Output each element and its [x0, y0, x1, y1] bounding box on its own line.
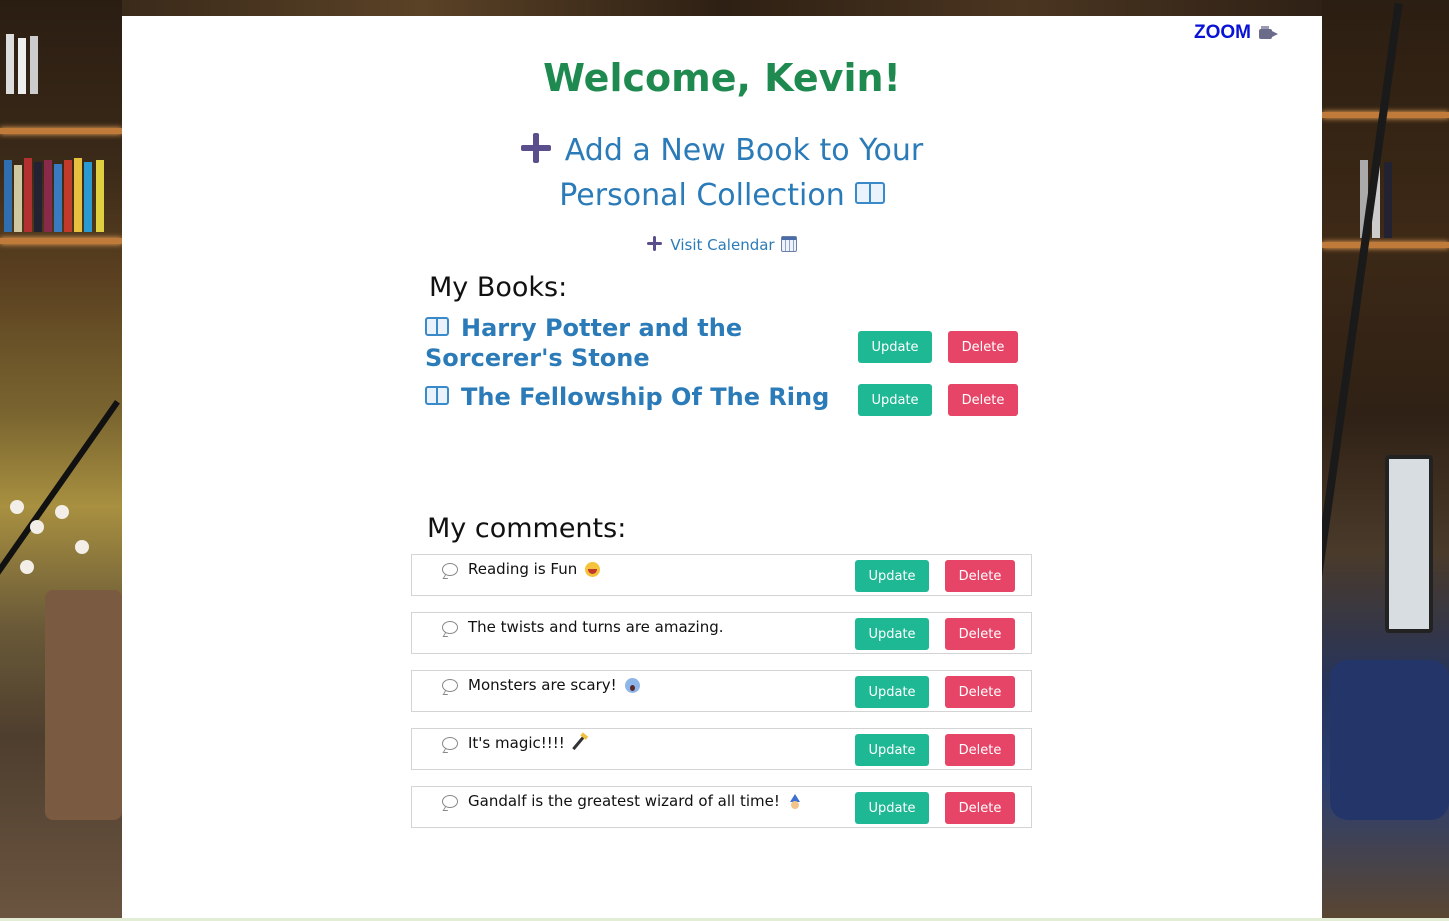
book-spine	[54, 164, 62, 232]
plus-icon	[647, 236, 663, 251]
delete-comment-button[interactable]: Delete	[945, 618, 1015, 650]
book-spine	[24, 158, 32, 232]
delete-book-button[interactable]: Delete	[948, 331, 1018, 363]
zoom-label: ZOOM	[1194, 22, 1251, 43]
book-list-item: Harry Potter and the Sorcerer's Stone Up…	[425, 313, 1025, 377]
speech-bubble-icon	[442, 794, 458, 808]
book-title-link[interactable]: The Fellowship Of The Ring	[425, 382, 845, 412]
book-spine	[44, 160, 52, 232]
comment-content: Reading is Fun	[442, 560, 601, 578]
my-comments-heading: My comments:	[427, 513, 627, 544]
open-book-icon	[425, 386, 449, 406]
book-title-text: Harry Potter and the Sorcerer's Stone	[425, 314, 743, 372]
comment-item: The twists and turns are amazing. Update…	[411, 612, 1032, 654]
zoom-link[interactable]: ZOOM	[1194, 22, 1279, 44]
update-book-button[interactable]: Update	[858, 384, 932, 416]
shelf-light	[1322, 242, 1449, 248]
speech-bubble-icon	[442, 562, 458, 576]
magic-wand-icon	[572, 735, 585, 751]
speech-bubble-icon	[442, 736, 458, 750]
comment-text: Reading is Fun	[468, 560, 578, 578]
book-title-text: The Fellowship Of The Ring	[461, 383, 830, 411]
delete-comment-button[interactable]: Delete	[945, 792, 1015, 824]
update-comment-button[interactable]: Update	[855, 734, 929, 766]
background-top-strip	[122, 0, 1322, 16]
book-spine	[84, 162, 92, 232]
delete-comment-button[interactable]: Delete	[945, 734, 1015, 766]
computer-monitor	[1385, 455, 1433, 633]
comment-text: The twists and turns are amazing.	[468, 618, 724, 636]
delete-comment-button[interactable]: Delete	[945, 676, 1015, 708]
shelf-light	[0, 128, 122, 134]
book-spine	[18, 38, 26, 94]
speech-bubble-icon	[442, 678, 458, 692]
flower	[10, 500, 24, 514]
book-title-link[interactable]: Harry Potter and the Sorcerer's Stone	[425, 313, 845, 373]
comment-item: It's magic!!!! Update Delete	[411, 728, 1032, 770]
video-camera-icon	[1259, 26, 1279, 40]
flower	[30, 520, 44, 534]
screaming-face-icon	[624, 677, 640, 693]
update-comment-button[interactable]: Update	[855, 560, 929, 592]
book-list-item: The Fellowship Of The Ring Update Delete	[425, 382, 1025, 422]
update-comment-button[interactable]: Update	[855, 676, 929, 708]
comment-item: Monsters are scary! Update Delete	[411, 670, 1032, 712]
open-book-icon	[425, 317, 449, 337]
comment-content: Gandalf is the greatest wizard of all ti…	[442, 792, 802, 810]
visit-calendar-label: Visit Calendar	[670, 236, 775, 254]
book-spine	[30, 36, 38, 94]
book-spine	[14, 165, 22, 232]
delete-comment-button[interactable]: Delete	[945, 560, 1015, 592]
speech-bubble-icon	[442, 620, 458, 634]
book-spine	[4, 160, 12, 232]
update-book-button[interactable]: Update	[858, 331, 932, 363]
comment-content: It's magic!!!!	[442, 734, 585, 752]
update-comment-button[interactable]: Update	[855, 792, 929, 824]
book-spine	[34, 162, 42, 232]
book-spine	[64, 160, 72, 232]
comment-text: It's magic!!!!	[468, 734, 565, 752]
welcome-heading: Welcome, Kevin!	[543, 56, 901, 100]
comment-content: Monsters are scary!	[442, 676, 640, 694]
my-books-heading: My Books:	[429, 272, 568, 303]
update-comment-button[interactable]: Update	[855, 618, 929, 650]
armchair	[45, 590, 122, 820]
calendar-icon	[780, 235, 797, 252]
comment-content: The twists and turns are amazing.	[442, 618, 724, 636]
main-panel: ZOOM Welcome, Kevin! Add a New Book to Y…	[122, 16, 1322, 921]
comment-text: Gandalf is the greatest wizard of all ti…	[468, 792, 780, 810]
plus-icon	[520, 132, 551, 163]
comment-item: Reading is Fun Update Delete	[411, 554, 1032, 596]
wizard-icon	[788, 793, 802, 809]
book-spine	[1384, 162, 1392, 238]
grinning-face-icon	[585, 561, 601, 577]
comment-text: Monsters are scary!	[468, 676, 617, 694]
shelf-light	[0, 238, 122, 244]
book-spine	[74, 158, 82, 232]
book-spine	[96, 160, 104, 232]
blue-sofa	[1330, 660, 1449, 820]
flower	[55, 505, 69, 519]
book-spine	[6, 34, 14, 94]
add-book-link[interactable]: Add a New Book to Your Personal Collecti…	[462, 128, 982, 218]
flower	[75, 540, 89, 554]
comment-item: Gandalf is the greatest wizard of all ti…	[411, 786, 1032, 828]
flower	[20, 560, 34, 574]
delete-book-button[interactable]: Delete	[948, 384, 1018, 416]
open-book-icon	[854, 181, 885, 206]
visit-calendar-link[interactable]: Visit Calendar	[122, 235, 1322, 254]
